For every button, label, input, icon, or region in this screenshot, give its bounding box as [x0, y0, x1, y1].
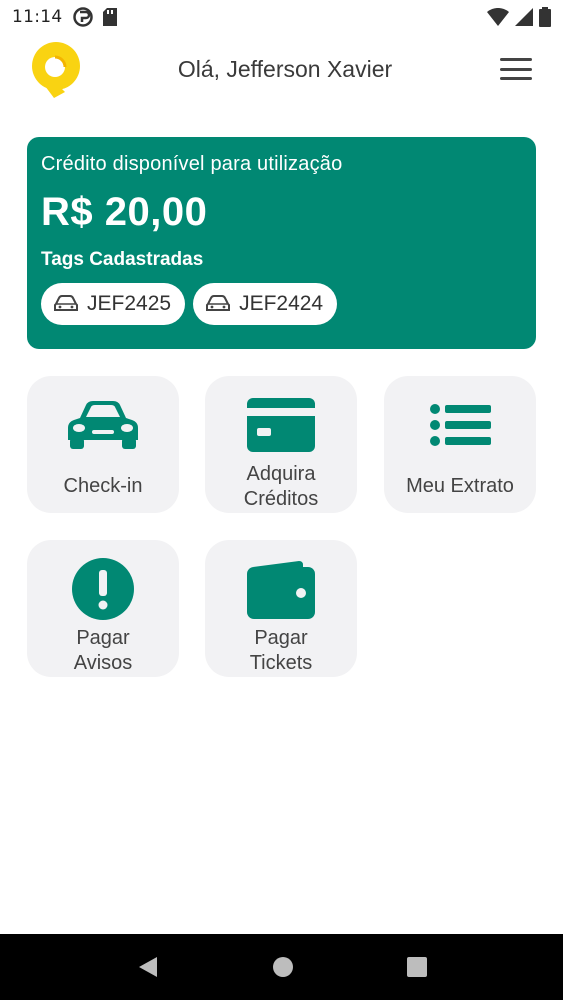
- car-outline-icon: [53, 295, 79, 313]
- credit-card: Crédito disponível para utilização R$ 20…: [27, 137, 536, 349]
- list-icon: [384, 390, 536, 460]
- wallet-icon: [205, 554, 357, 624]
- pay-notices-label-line2: Avisos: [73, 652, 133, 674]
- statement-button[interactable]: Meu Extrato: [384, 376, 536, 513]
- pay-tickets-label-line2: Tickets: [249, 652, 313, 674]
- tag-plate: JEF2424: [239, 292, 324, 315]
- pay-tickets-button[interactable]: Pagar Tickets: [205, 540, 357, 677]
- buy-credits-label-line2: Créditos: [243, 488, 319, 510]
- hamburger-menu-button[interactable]: [499, 56, 533, 82]
- battery-icon: [539, 7, 551, 27]
- tag-chip[interactable]: JEF2425: [41, 283, 186, 325]
- signal-icon: [515, 8, 533, 26]
- home-icon[interactable]: [272, 956, 294, 978]
- menu-line: [500, 58, 532, 61]
- buy-credits-button[interactable]: Adquira Créditos: [205, 376, 357, 513]
- app-logo-icon: [28, 40, 84, 98]
- checkin-label: Check-in: [63, 475, 143, 497]
- exclamation-circle-icon: [27, 554, 179, 624]
- tags-label: Tags Cadastradas: [41, 249, 204, 270]
- system-nav-bar: [0, 934, 563, 1000]
- wifi-icon: [487, 8, 509, 26]
- car-outline-icon: [205, 295, 231, 313]
- credit-label: Crédito disponível para utilização: [41, 153, 343, 175]
- car-icon: [27, 390, 179, 460]
- recents-icon[interactable]: [406, 957, 427, 977]
- credit-amount: R$ 20,00: [41, 190, 208, 234]
- app-header: Olá, Jefferson Xavier: [0, 36, 563, 104]
- tag-plate: JEF2425: [87, 292, 172, 315]
- back-icon[interactable]: [137, 955, 159, 979]
- status-bar: 11:14: [0, 0, 563, 34]
- tags-list: JEF2425 JEF2424: [41, 283, 522, 325]
- pay-notices-button[interactable]: Pagar Avisos: [27, 540, 179, 677]
- buy-credits-label-line1: Adquira: [246, 463, 316, 485]
- menu-line: [500, 67, 532, 71]
- status-time: 11:14: [12, 7, 63, 27]
- credit-card-icon: [205, 390, 357, 460]
- tag-chip[interactable]: JEF2424: [193, 283, 338, 325]
- pay-tickets-label-line1: Pagar: [254, 627, 308, 649]
- greeting-text: Olá, Jefferson Xavier: [177, 56, 393, 82]
- pay-notices-label-line1: Pagar: [76, 627, 130, 649]
- sd-card-icon: [102, 8, 117, 26]
- menu-line: [500, 77, 532, 80]
- checkin-button[interactable]: Check-in: [27, 376, 179, 513]
- data-saver-icon: [72, 7, 93, 27]
- statement-label: Meu Extrato: [406, 475, 514, 497]
